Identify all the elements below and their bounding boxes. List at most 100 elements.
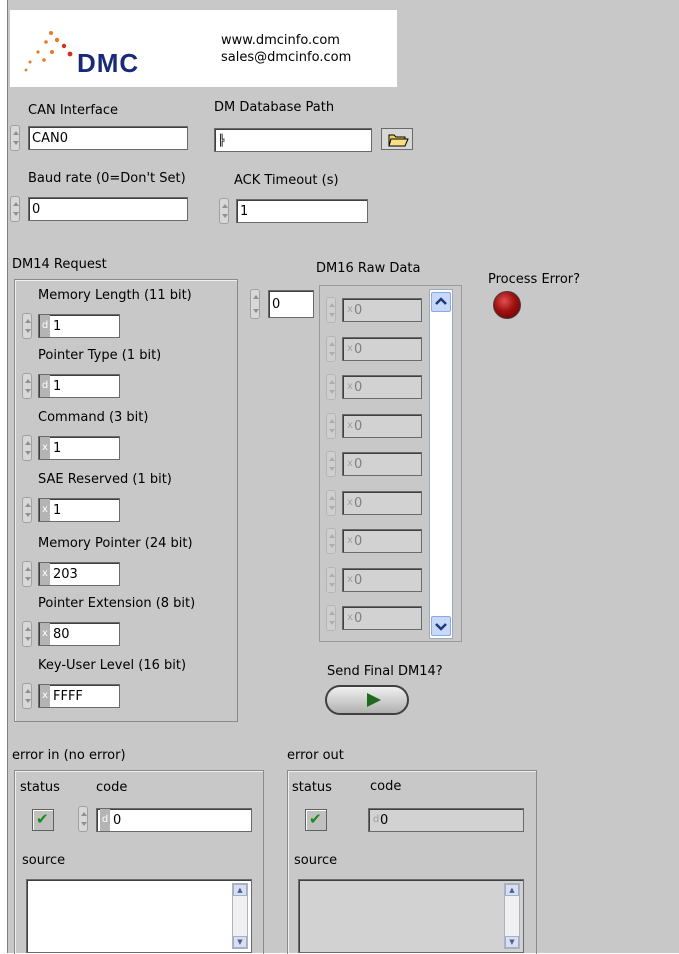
baud-rate-increment[interactable]	[10, 196, 20, 222]
dm16-element-value: 0	[354, 495, 363, 511]
error-out-code-field: d0	[368, 808, 524, 832]
dm16-element-increment	[326, 374, 336, 400]
dm14-field-radix: x	[40, 623, 50, 645]
dm14-field-input[interactable]: x1	[38, 436, 120, 460]
dm14-field-label: SAE Reserved (1 bit)	[38, 472, 172, 487]
website-text: www.dmcinfo.com	[221, 33, 340, 48]
dm14-request-label: DM14 Request	[12, 257, 107, 272]
scroll-up-icon[interactable]: ▲	[233, 884, 247, 896]
checkmark-icon: ✔	[309, 810, 322, 828]
send-final-label: Send Final DM14?	[327, 664, 443, 679]
ack-timeout-increment[interactable]	[219, 198, 229, 224]
dm14-field-label: Key-User Level (16 bit)	[38, 658, 187, 673]
dm16-element-radix: x	[347, 304, 353, 315]
checkmark-icon: ✔	[36, 810, 49, 828]
dm16-element-radix: x	[347, 342, 353, 354]
dm16-element-increment	[326, 335, 336, 362]
baud-rate-field[interactable]: 0	[28, 197, 188, 221]
dm14-field-input[interactable]: x 203	[38, 562, 120, 586]
dm16-raw-data-label: DM16 Raw Data	[316, 261, 421, 276]
can-interface-increment[interactable]	[10, 125, 20, 151]
dm16-element-value: 0	[354, 418, 363, 434]
scroll-up-icon[interactable]: ▲	[505, 884, 519, 896]
dm14-field-input[interactable]: x 80	[38, 622, 120, 646]
dm14-field-value: 1	[53, 503, 62, 518]
dm16-element-field: x0	[342, 529, 422, 553]
error-in-status-label: status	[20, 780, 60, 795]
browse-folder-button[interactable]	[381, 128, 413, 150]
chevron-down-icon	[435, 623, 447, 631]
contact-info: www.dmcinfo.com sales@dmcinfo.com	[221, 32, 351, 66]
dm16-element-radix: x	[347, 381, 353, 392]
dm14-field-radix: x	[40, 685, 50, 707]
dm16-element-field: x0	[342, 375, 422, 399]
baud-rate-label: Baud rate (0=Don't Set)	[28, 171, 186, 186]
dm16-element-field: x0	[342, 452, 422, 476]
can-interface-label: CAN Interface	[28, 103, 119, 118]
error-in-status-checkbox[interactable]: ✔	[32, 809, 54, 831]
scroll-up-arrow[interactable]	[431, 292, 451, 312]
dm16-element-field: x0	[342, 567, 422, 592]
dm14-field-increment[interactable]	[22, 373, 32, 399]
error-in-label: error in (no error)	[12, 748, 126, 763]
send-final-button[interactable]	[325, 685, 409, 715]
dm14-field-increment[interactable]	[22, 497, 32, 523]
error-out-source-label: source	[294, 853, 338, 868]
dm16-index-field[interactable]: 0	[268, 290, 314, 318]
dm16-index-increment[interactable]	[250, 289, 260, 319]
dm14-field-increment[interactable]	[22, 561, 32, 587]
dm16-element-increment	[326, 528, 336, 554]
error-out-source-scrollbar[interactable]: ▲ ▼	[504, 883, 520, 949]
dm14-field-value: 1	[53, 379, 62, 394]
error-in-source-label: source	[22, 853, 66, 868]
error-in-code-value: 0	[113, 813, 122, 828]
dm16-element-increment	[326, 297, 336, 323]
scroll-down-icon[interactable]: ▼	[505, 936, 519, 948]
error-in-code-field[interactable]: d0	[96, 808, 252, 832]
dm14-field-value: 203	[53, 567, 78, 582]
error-in-code-radix: d	[100, 809, 110, 831]
error-out-status-indicator: ✔	[305, 809, 327, 831]
dm14-field-input[interactable]: d1	[38, 374, 120, 398]
dm14-field-input[interactable]: d1	[38, 314, 120, 338]
dm14-field-radix: x	[40, 563, 50, 585]
dm14-field-value: 80	[53, 627, 70, 642]
dm14-field-increment[interactable]	[22, 683, 32, 709]
error-in-code-increment[interactable]	[78, 806, 88, 832]
scroll-down-arrow[interactable]	[431, 616, 451, 636]
dm14-field-radix: d	[40, 315, 50, 337]
error-out-code-radix: d	[372, 814, 380, 825]
dm16-element-radix: x	[347, 496, 353, 508]
dm14-field-value: 1	[53, 441, 62, 456]
can-interface-field[interactable]: CAN0	[28, 126, 188, 150]
error-in-source-scrollbar[interactable]: ▲ ▼	[232, 883, 248, 949]
error-out-label: error out	[287, 748, 344, 763]
dm14-field-value: FFFF	[53, 689, 83, 704]
dm16-element-radix: x	[347, 612, 353, 623]
dm14-field-input[interactable]: x FFFF	[38, 684, 120, 708]
scroll-down-icon[interactable]: ▼	[233, 936, 247, 948]
error-out-status-label: status	[292, 780, 332, 795]
dm16-element-increment	[326, 451, 336, 477]
dmc-logo: DMC www.dmcinfo.com sales@dmcinfo.com	[10, 10, 397, 87]
dm14-field-input[interactable]: x1	[38, 498, 120, 522]
path-icon: ╠	[218, 134, 225, 147]
dm16-element-increment	[326, 605, 336, 631]
dm16-element-radix: x	[347, 535, 353, 546]
dm14-field-increment[interactable]	[22, 313, 32, 339]
dm16-element-value: 0	[354, 341, 363, 357]
dm14-field-label: Memory Length (11 bit)	[38, 288, 192, 303]
dm16-element-value: 0	[354, 380, 363, 395]
dm14-field-increment[interactable]	[22, 435, 32, 461]
dm14-field-label: Command (3 bit)	[38, 410, 149, 425]
dm14-field-label: Pointer Type (1 bit)	[38, 348, 162, 363]
error-in-source-text[interactable]: ▲ ▼	[26, 879, 252, 953]
dm14-field-increment[interactable]	[22, 621, 32, 647]
dm16-scrollbar[interactable]	[429, 289, 453, 639]
play-arrow-icon	[367, 693, 381, 707]
ack-timeout-field[interactable]: 1	[236, 199, 368, 223]
dm16-element-value: 0	[354, 572, 363, 588]
error-out-source-text: ▲ ▼	[298, 879, 524, 953]
dm-db-path-field[interactable]: ╠	[214, 128, 372, 152]
dm-db-path-label: DM Database Path	[214, 100, 335, 115]
